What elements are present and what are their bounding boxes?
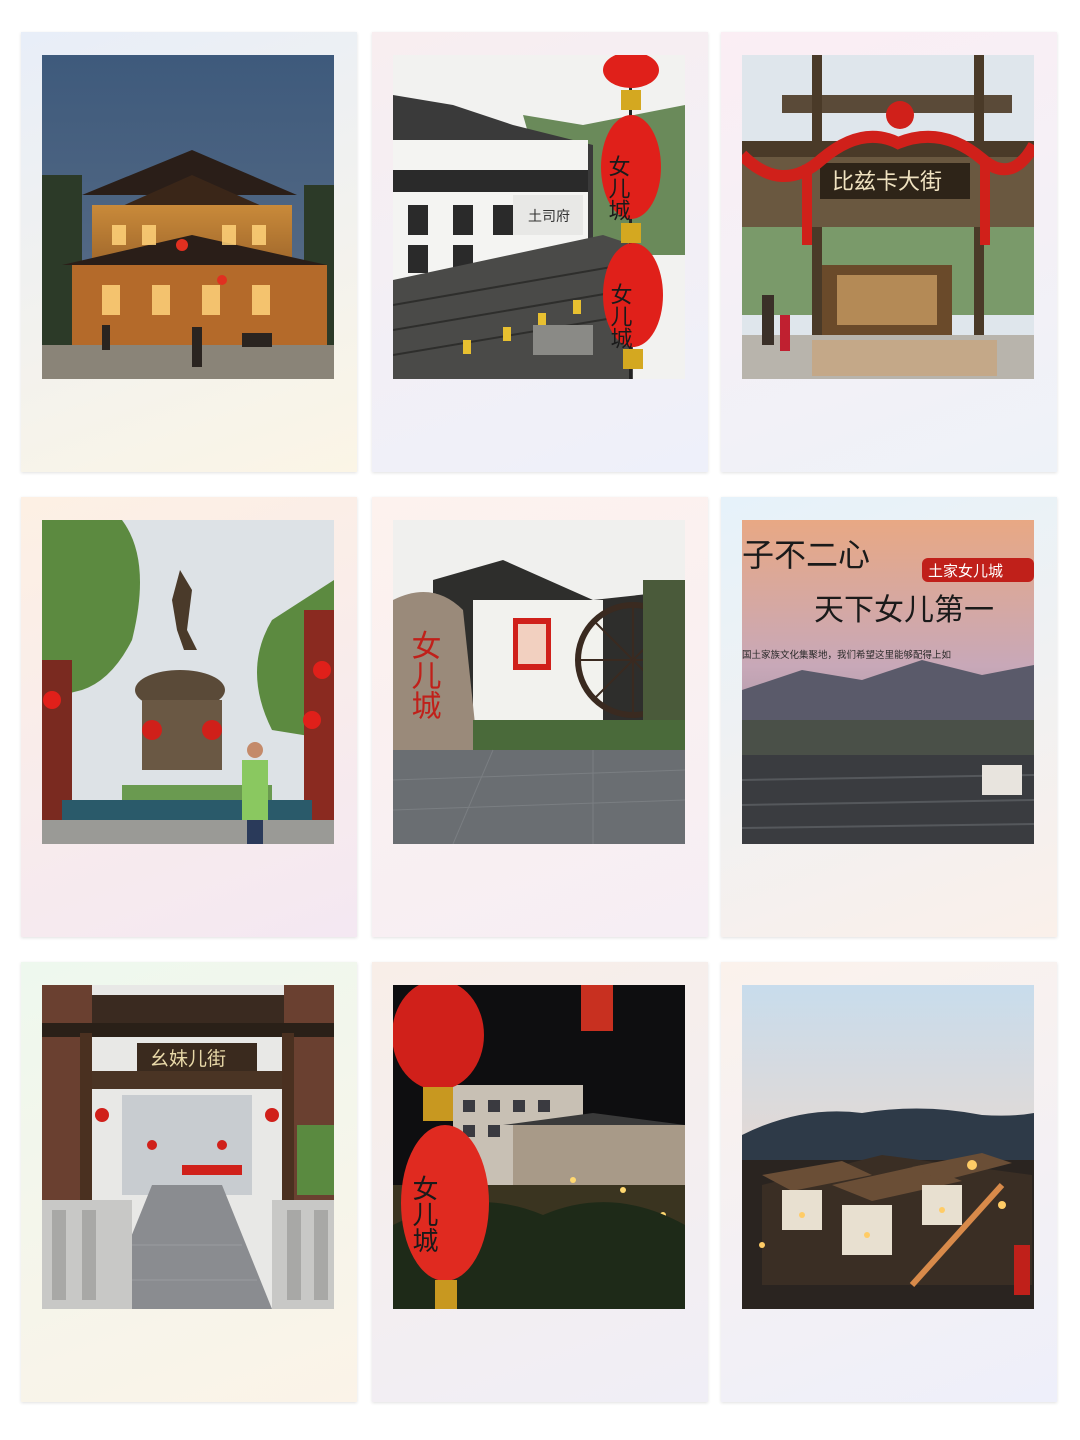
photo-night-lanterns: 女儿城 xyxy=(393,985,685,1309)
dusk-aerial-town-image xyxy=(742,985,1034,1309)
title-line-2: 天下女儿第一 xyxy=(814,593,994,628)
archway-sign-text: 比兹卡大街 xyxy=(832,170,942,195)
photo-street-gate: 幺妹儿街 xyxy=(42,985,334,1309)
title-badge: 土家女儿城 xyxy=(928,562,1003,580)
photo-dusk-aerial-town xyxy=(742,985,1034,1309)
street-gate-image: 幺妹儿街 xyxy=(42,985,334,1309)
photo-stone-waterwheel: 女儿城 xyxy=(393,520,685,844)
rock-inscription-text: 女儿城 xyxy=(406,630,442,720)
photo-card-8: 女儿城 xyxy=(372,962,708,1402)
photo-night-pagoda xyxy=(42,55,334,379)
photo-card-6: 子不二心 土家女儿城 天下女儿第一 国土家族文化集聚地，我们希望这里能够配得上如 xyxy=(721,497,1057,937)
photo-card-3: 比兹卡大街 xyxy=(721,32,1057,472)
photo-card-7: 幺妹儿街 xyxy=(21,962,357,1402)
night-pagoda-image xyxy=(42,55,334,379)
title-subline: 国土家族文化集聚地，我们希望这里能够配得上如 xyxy=(742,649,951,661)
photo-red-lanterns: 土司府 女儿城 女儿城 xyxy=(393,55,685,379)
lantern-text-1: 女儿城 xyxy=(605,155,631,221)
decorated-archway-image: 比兹卡大街 xyxy=(742,55,1034,379)
photo-title-rooftops: 子不二心 土家女儿城 天下女儿第一 国土家族文化集聚地，我们希望这里能够配得上如 xyxy=(742,520,1034,844)
stone-waterwheel-image: 女儿城 xyxy=(393,520,685,844)
gate-sign-text: 幺妹儿街 xyxy=(150,1048,226,1070)
photo-decorated-archway: 比兹卡大街 xyxy=(742,55,1034,379)
photo-card-9 xyxy=(721,962,1057,1402)
title-rooftops-image: 子不二心 土家女儿城 天下女儿第一 国土家族文化集聚地，我们希望这里能够配得上如 xyxy=(742,520,1034,844)
night-lanterns-image: 女儿城 xyxy=(393,985,685,1309)
photo-card-2: 土司府 女儿城 女儿城 xyxy=(372,32,708,472)
lantern-text-2: 女儿城 xyxy=(607,283,633,349)
lantern-text: 女儿城 xyxy=(408,1175,438,1253)
photo-card-5: 女儿城 xyxy=(372,497,708,937)
dancer-statue-image xyxy=(42,520,334,844)
photo-dancer-statue xyxy=(42,520,334,844)
photo-card-4 xyxy=(21,497,357,937)
red-lanterns-image: 土司府 女儿城 女儿城 xyxy=(393,55,685,379)
title-line-1: 子不二心 xyxy=(742,536,870,574)
shop-sign-text: 土司府 xyxy=(528,209,570,225)
photo-card-1 xyxy=(21,32,357,472)
